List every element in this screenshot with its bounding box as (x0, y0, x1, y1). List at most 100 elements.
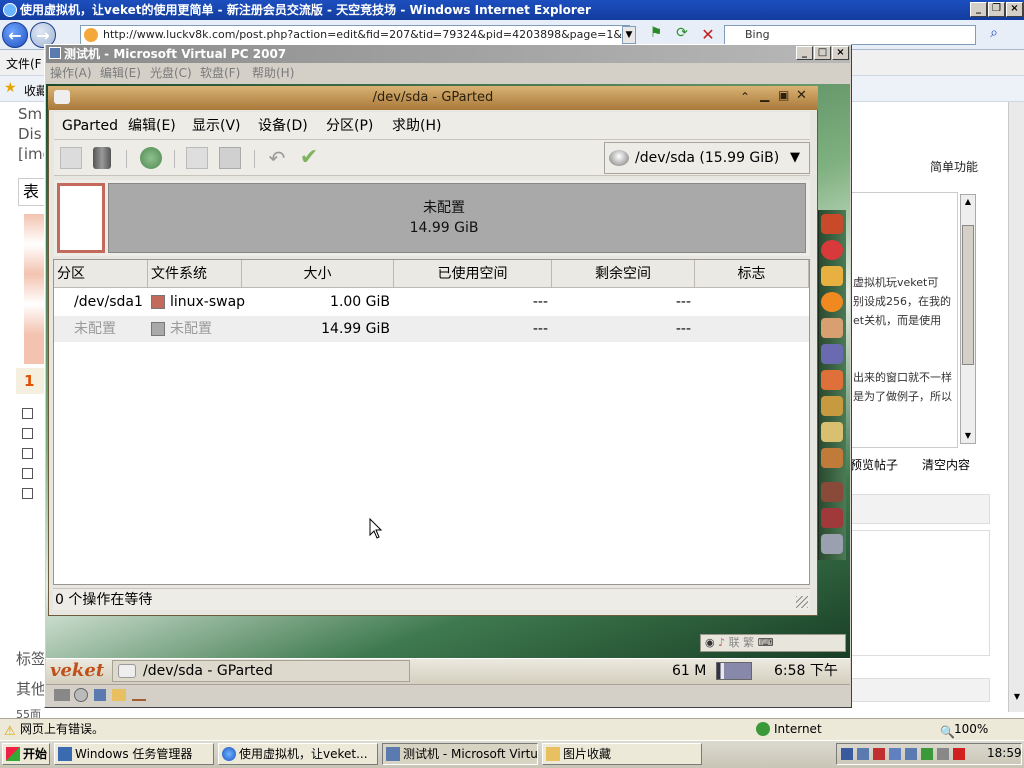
scroll-up-icon[interactable]: ▲ (961, 195, 975, 209)
scroll-down-icon[interactable]: ▼ (961, 429, 975, 443)
vpc-menu-cd[interactable]: 光盘(C) (150, 63, 192, 83)
device-selector[interactable]: /dev/sda (15.99 GiB) (604, 142, 810, 174)
taskbar-button-ie[interactable]: 使用虚拟机，让veket... (218, 743, 378, 765)
dock-app-icon[interactable] (821, 240, 843, 260)
dock-app-icon[interactable] (821, 266, 843, 286)
gp-menu-device[interactable]: 设备(D) (258, 112, 308, 140)
tray-icon[interactable] (889, 748, 901, 760)
gp-menu-edit[interactable]: 编辑(E) (128, 112, 176, 140)
vpc-menu-action[interactable]: 操作(A) (50, 63, 92, 83)
option-checkbox[interactable] (22, 428, 33, 439)
gp-menu-view[interactable]: 显示(V) (192, 112, 241, 140)
gp-menu-gparted[interactable]: GParted (62, 112, 118, 140)
new-partition-icon[interactable] (60, 147, 82, 169)
vpc-menu-edit[interactable]: 编辑(E) (100, 63, 141, 83)
start-button[interactable]: 开始 (2, 743, 50, 765)
vpc-menu-floppy[interactable]: 软盘(F) (200, 63, 240, 83)
chevron-down-icon[interactable]: ▼ (790, 150, 800, 165)
dock-app-icon[interactable] (821, 508, 843, 528)
taskbar-clock[interactable]: 18:59 (987, 746, 1022, 760)
taskbar-button-pictures[interactable]: 图片收藏 (542, 743, 702, 765)
gp-maximize-icon[interactable]: ▣ (778, 88, 789, 102)
apply-icon[interactable]: ✔ (298, 147, 320, 169)
column-header-free[interactable]: 剩余空间 (552, 260, 695, 288)
partition-block-swap[interactable] (57, 183, 105, 253)
status-error-text[interactable]: 网页上有错误。 (20, 719, 104, 739)
undo-icon[interactable]: ↶ (266, 147, 288, 169)
option-checkbox[interactable] (22, 448, 33, 459)
option-checkbox[interactable] (22, 408, 33, 419)
favorites-star-icon[interactable]: ★ (4, 80, 17, 96)
dock-app-icon[interactable] (821, 422, 843, 442)
dock-app-icon[interactable] (821, 214, 843, 234)
tray-icon[interactable] (841, 748, 853, 760)
partition-block-unallocated[interactable]: 未配置 14.99 GiB (108, 183, 806, 253)
stop-icon[interactable]: ✕ (698, 25, 718, 45)
vpc-folder-icon[interactable] (112, 689, 126, 701)
compat-view-icon[interactable]: ⚑ (646, 25, 666, 45)
dock-app-icon[interactable] (821, 370, 843, 390)
vpc-close-icon[interactable]: × (832, 46, 849, 60)
vpc-menu-help[interactable]: 帮助(H) (252, 63, 294, 83)
dock-app-icon[interactable] (821, 448, 843, 468)
dock-app-icon[interactable] (821, 482, 843, 502)
vpc-minimize-icon[interactable]: _ (796, 46, 813, 60)
taskbar-button-task-manager[interactable]: Windows 任务管理器 (54, 743, 214, 765)
dock-app-icon[interactable] (821, 396, 843, 416)
veket-task-button[interactable]: /dev/sda - GParted (112, 660, 410, 682)
tray-icon[interactable] (857, 748, 869, 760)
taskbar-button-vpc[interactable]: 测试机 - Microsoft Virtu... (382, 743, 538, 765)
tray-icon[interactable] (905, 748, 917, 760)
scroll-thumb[interactable] (962, 225, 974, 365)
veket-input-tray[interactable]: ◉ ♪ 联 繁 ⌨ (700, 634, 846, 652)
gp-close-icon[interactable]: ✕ (796, 88, 807, 103)
column-header-size[interactable]: 大小 (242, 260, 394, 288)
tray-icon[interactable] (873, 748, 885, 760)
search-input[interactable]: Bing (724, 25, 976, 45)
vpc-cd-icon[interactable] (74, 688, 88, 702)
close-icon[interactable]: × (1006, 2, 1023, 17)
restore-icon[interactable]: ❐ (988, 2, 1005, 17)
vpc-floppy-icon[interactable] (94, 689, 106, 701)
gp-minimize-icon[interactable]: ▁ (760, 88, 769, 102)
column-header-flags[interactable]: 标志 (695, 260, 809, 288)
veket-logo[interactable]: veket (50, 660, 106, 682)
option-checkbox[interactable] (22, 468, 33, 479)
scroll-down-icon[interactable]: ▼ (1010, 692, 1024, 706)
ie-page-scrollbar[interactable]: ▼ (1008, 102, 1024, 712)
zoom-level[interactable]: 100% (954, 719, 988, 739)
copy-icon[interactable] (186, 147, 208, 169)
vpc-network-icon[interactable] (132, 689, 146, 701)
option-checkbox[interactable] (22, 488, 33, 499)
editor-scrollbar[interactable]: ▲ ▼ (960, 194, 976, 444)
resize-grip-icon[interactable] (796, 596, 808, 608)
search-icon[interactable]: ⌕ (984, 25, 1004, 45)
minimize-icon[interactable]: _ (970, 2, 987, 17)
refresh-icon[interactable]: ⟳ (672, 25, 692, 45)
address-input[interactable]: http://www.luckv8k.com/post.php?action=e… (80, 25, 630, 45)
column-header-partition[interactable]: 分区 (54, 260, 148, 288)
tray-icon[interactable] (953, 748, 965, 760)
dock-app-icon[interactable] (821, 344, 843, 364)
delete-partition-icon[interactable] (93, 147, 111, 169)
vpc-hdd-icon[interactable] (54, 689, 70, 701)
paste-icon[interactable] (219, 147, 241, 169)
gp-menu-partition[interactable]: 分区(P) (326, 112, 373, 140)
clear-content-button[interactable]: 清空内容 (922, 456, 970, 473)
warning-icon[interactable]: ⚠ (4, 722, 16, 742)
gp-menu-help[interactable]: 求助(H) (392, 112, 441, 140)
tray-icon[interactable] (937, 748, 949, 760)
resize-move-icon[interactable] (140, 147, 162, 169)
veket-clock[interactable]: 6:58 下午 (774, 660, 838, 682)
tray-icon[interactable] (921, 748, 933, 760)
column-header-used[interactable]: 已使用空间 (394, 260, 552, 288)
dock-app-icon[interactable] (821, 534, 843, 554)
vpc-maximize-icon[interactable]: □ (814, 46, 831, 60)
preview-post-button[interactable]: 预览帖子 (850, 456, 898, 473)
ie-menu-file[interactable]: 文件(F (6, 55, 42, 72)
shade-icon[interactable]: ⌃ (740, 90, 750, 104)
dock-app-icon[interactable] (821, 318, 843, 338)
column-header-filesystem[interactable]: 文件系统 (148, 260, 242, 288)
emoticon-strip[interactable] (24, 214, 46, 364)
editor-area[interactable]: 虚拟机玩veket可 别设成256，在我的 et关机，而是使用 出来的窗口就不一… (848, 192, 958, 448)
